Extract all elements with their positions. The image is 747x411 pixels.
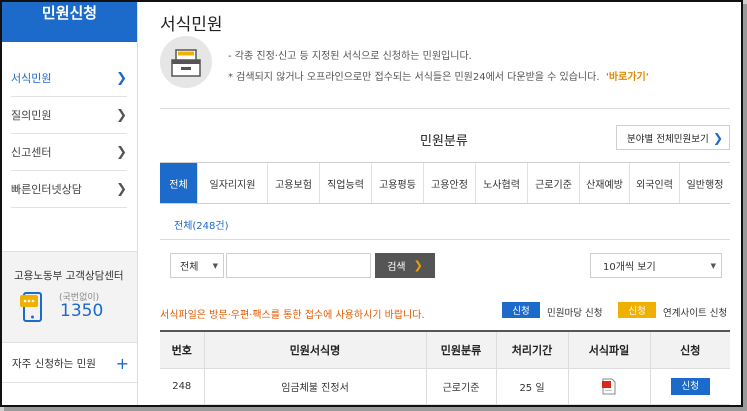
often-petitions[interactable]: 자주 신청하는 민원 +	[2, 345, 137, 383]
chevron-right-icon: ❯	[413, 259, 423, 272]
sidebar-item-form-petition[interactable]: 서식민원 ❯	[11, 60, 127, 97]
counsel-center-box: 고용노동부 고객상담센터 (국번없이) 1350	[2, 251, 137, 343]
search-button[interactable]: 검색 ❯	[375, 253, 435, 278]
page-title: 서식민원	[160, 15, 223, 35]
sidebar-title: 민원신청	[2, 2, 137, 42]
row-apply: 신청	[650, 368, 730, 405]
apply-button[interactable]: 신청	[670, 377, 710, 395]
category-title: 민원분류	[420, 134, 468, 149]
table-header-row: 번호 민원서식명 민원분류 처리기간 서식파일 신청	[160, 330, 730, 369]
tab-employment-stability[interactable]: 고용안정	[424, 163, 476, 203]
column-header-apply: 신청	[650, 330, 730, 369]
sidebar: 민원신청 서식민원 ❯ 질의민원 ❯ 신고센터 ❯ 빠른인터넷상담 ❯ 고용노동…	[2, 2, 138, 405]
tab-foreign-workforce[interactable]: 외국인력	[630, 163, 680, 203]
sidebar-item-label: 빠른인터넷상담	[11, 183, 82, 196]
legend-badge-linked-site: 신청	[618, 302, 656, 318]
notice-line-2: * 검색되지 않거나 오프라인으로만 접수되는 서식들은 민원24에서 다운받을…	[228, 68, 649, 83]
divider	[160, 108, 730, 109]
form-file-warning: 서식파일은 방문·우편·팩스를 통한 접수에 사용하시기 바랍니다.	[160, 310, 425, 321]
sidebar-item-label: 질의민원	[11, 109, 52, 122]
divider	[160, 239, 730, 240]
row-number: 248	[160, 368, 205, 405]
tab-job-support[interactable]: 일자리지원	[198, 163, 268, 203]
tab-vocational-skills[interactable]: 직업능력	[320, 163, 372, 203]
column-header-period: 처리기간	[496, 330, 569, 369]
window-shadow-right	[743, 4, 747, 411]
tab-employment-equality[interactable]: 고용평등	[372, 163, 424, 203]
column-header-number: 번호	[160, 330, 205, 369]
search-input[interactable]	[226, 253, 371, 278]
caret-down-icon: ▼	[212, 261, 218, 270]
plus-icon: +	[115, 354, 129, 373]
sidebar-item-report-center[interactable]: 신고센터 ❯	[11, 134, 127, 171]
view-all-by-field-button[interactable]: 분야별 전체민원보기 ❯	[616, 125, 730, 150]
sidebar-item-label: 신고센터	[11, 146, 52, 159]
legend-badge-civil-portal: 신청	[502, 302, 540, 318]
chevron-right-icon: ❯	[116, 181, 127, 197]
tab-labor-cooperation[interactable]: 노사협력	[476, 163, 528, 203]
caret-down-icon: ▼	[710, 261, 716, 270]
page-size-select[interactable]: 10개씩 보기 ▼	[590, 253, 722, 278]
counsel-title: 고용노동부 고객상담센터	[14, 270, 124, 282]
legend-text-civil-portal: 민원마당 신청	[547, 308, 603, 319]
search-button-label: 검색	[387, 262, 406, 273]
sidebar-item-quick-consult[interactable]: 빠른인터넷상담 ❯	[11, 171, 127, 208]
column-header-category: 민원분류	[426, 330, 497, 369]
search-scope-value: 전체	[180, 262, 199, 273]
category-tabs: 전체 일자리지원 고용보험 직업능력 고용평등 고용안정 노사협력 근로기준 산…	[160, 162, 730, 204]
page-size-value: 10개씩 보기	[603, 262, 656, 273]
tab-general-admin[interactable]: 일반행정	[680, 163, 730, 203]
row-form-name[interactable]: 임금체불 진정서	[204, 368, 427, 405]
view-all-by-field-label: 분야별 전체민원보기	[627, 133, 709, 145]
table-row: 248 임금체불 진정서 근로기준 25 일 신청	[160, 368, 730, 405]
counsel-number: 1350	[60, 301, 104, 321]
chevron-right-icon: ❯	[712, 130, 723, 145]
tab-accident-prevention[interactable]: 산재예방	[580, 163, 630, 203]
search-scope-select[interactable]: 전체 ▼	[170, 253, 224, 278]
phone-chat-icon	[20, 292, 42, 322]
petition-table: 번호 민원서식명 민원분류 처리기간 서식파일 신청 248 임금체불 진정서 …	[160, 330, 730, 405]
window-shadow-bottom	[4, 407, 747, 411]
sidebar-item-label: 서식민원	[11, 72, 52, 85]
sidebar-item-inquiry[interactable]: 질의민원 ❯	[11, 97, 127, 134]
notice-line-2-text: * 검색되지 않거나 오프라인으로만 접수되는 서식들은 민원24에서 다운받을…	[228, 72, 600, 83]
often-petitions-label: 자주 신청하는 민원	[12, 358, 96, 370]
app-window: 민원신청 서식민원 ❯ 질의민원 ❯ 신고센터 ❯ 빠른인터넷상담 ❯ 고용노동…	[0, 0, 743, 407]
row-period: 25 일	[496, 368, 569, 405]
chevron-right-icon: ❯	[116, 70, 127, 86]
tab-all[interactable]: 전체	[160, 163, 198, 203]
shortcut-link[interactable]: '바로가기'	[606, 72, 649, 83]
legend-text-linked-site: 연계사이트 신청	[663, 308, 728, 319]
column-header-form-name: 민원서식명	[204, 330, 427, 369]
sidebar-menu: 서식민원 ❯ 질의민원 ❯ 신고센터 ❯ 빠른인터넷상담 ❯	[2, 60, 137, 208]
chevron-right-icon: ❯	[116, 144, 127, 160]
tab-employment-insurance[interactable]: 고용보험	[268, 163, 320, 203]
column-header-form-file: 서식파일	[568, 330, 651, 369]
row-form-file	[568, 368, 651, 405]
row-category: 근로기준	[426, 368, 497, 405]
tab-labor-standards[interactable]: 근로기준	[528, 163, 580, 203]
chevron-right-icon: ❯	[116, 107, 127, 123]
notice-line-1: - 각종 진정·신고 등 지정된 서식으로 신청하는 민원입니다.	[228, 51, 472, 62]
sub-tab-all-count[interactable]: 전체(248건)	[174, 217, 229, 232]
hwp-file-icon[interactable]	[602, 378, 616, 395]
document-box-icon	[160, 36, 212, 88]
